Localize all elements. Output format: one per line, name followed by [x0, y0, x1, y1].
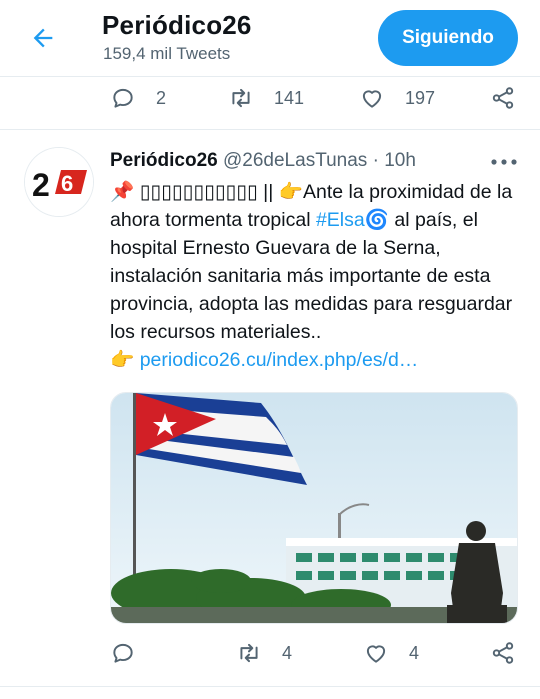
- tweet-media-image[interactable]: [110, 392, 518, 624]
- svg-text:2: 2: [32, 167, 50, 203]
- author-name[interactable]: Periódico26: [110, 150, 218, 171]
- tweet-share-button[interactable]: [490, 640, 516, 666]
- reply-button[interactable]: 2: [110, 85, 166, 111]
- dot-separator: ·: [367, 150, 385, 171]
- tweet-retweet-button[interactable]: 4: [236, 640, 292, 666]
- avatar[interactable]: 2 6: [25, 148, 93, 216]
- garbled-text: ▯▯▯▯▯▯▯▯▯▯▯: [139, 181, 258, 203]
- page-title: Periódico26: [102, 10, 252, 40]
- like-count: 197: [405, 87, 436, 108]
- back-button[interactable]: [18, 16, 68, 60]
- bottom-divider: [0, 686, 540, 687]
- tweet-like-button[interactable]: 4: [363, 640, 419, 666]
- pipes-text: ||: [257, 181, 279, 203]
- article-link[interactable]: periodico26.cu/index.php/es/d…: [140, 349, 419, 371]
- cyclone-emoji: 🌀: [364, 209, 390, 231]
- more-icon[interactable]: [490, 156, 518, 168]
- tweet-text: 📌 ▯▯▯▯▯▯▯▯▯▯▯ || 👉Ante la proximidad de …: [110, 178, 522, 374]
- header-divider: [0, 76, 540, 77]
- retweet-icon: [240, 643, 258, 663]
- reply-count: 2: [156, 87, 167, 108]
- share-button[interactable]: [490, 85, 516, 111]
- following-button[interactable]: Siguiendo: [378, 10, 518, 66]
- like-button[interactable]: 197: [359, 85, 435, 111]
- tweet-header: Periódico26 @26deLasTunas · 10h: [110, 150, 416, 172]
- retweet-button[interactable]: 141: [228, 85, 304, 111]
- tweet-like-count: 4: [409, 642, 420, 663]
- tweet-count: 159,4 mil Tweets: [103, 44, 231, 63]
- retweet-icon: [232, 88, 250, 108]
- pin-emoji: 📌: [110, 181, 135, 203]
- retweet-count: 141: [274, 87, 305, 108]
- reply-icon: [113, 643, 133, 663]
- pointing-emoji: 👉: [278, 181, 303, 203]
- like-icon: [366, 645, 386, 663]
- author-handle[interactable]: @26deLasTunas: [223, 150, 367, 171]
- profile-header: Periódico26 159,4 mil Tweets Siguiendo: [0, 0, 540, 76]
- back-arrow-icon: [33, 28, 53, 48]
- tweet-retweet-count: 4: [282, 642, 293, 663]
- like-icon: [362, 90, 382, 108]
- link-pointing-emoji: 👉: [110, 349, 135, 371]
- hospital-flag-photo: [111, 393, 517, 623]
- reply-icon: [113, 88, 133, 108]
- hashtag-link[interactable]: #Elsa: [316, 209, 365, 231]
- tweet-time[interactable]: 10h: [384, 150, 416, 171]
- share-icon: [492, 642, 514, 664]
- svg-text:6: 6: [61, 171, 73, 196]
- periodico26-logo-icon: 2 6: [25, 148, 93, 216]
- tweet-reply-button[interactable]: [110, 640, 156, 666]
- share-icon: [492, 87, 514, 109]
- tweet-divider: [0, 129, 540, 130]
